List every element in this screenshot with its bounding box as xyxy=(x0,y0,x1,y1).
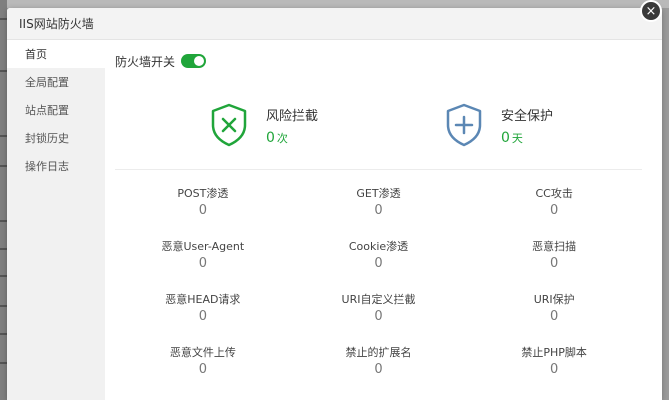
sidebar-item-label: 站点配置 xyxy=(25,104,69,117)
cell-label: 禁止PHP脚本 xyxy=(521,346,587,359)
cell-value: 0 xyxy=(198,203,207,218)
divider xyxy=(115,169,642,170)
sidebar-item-site-config[interactable]: 站点配置 xyxy=(7,96,105,124)
stat-label: 风险拦截 xyxy=(266,108,319,124)
firewall-dialog: IIS网站防火墙 首页 全局配置 站点配置 封锁历史 操作日志 防火墙开关 风险… xyxy=(7,8,662,400)
firewall-switch-row: 防火墙开关 xyxy=(115,52,207,70)
cell-label: 恶意文件上传 xyxy=(169,346,236,359)
sidebar-item-label: 操作日志 xyxy=(25,160,69,173)
backdrop-left-edge xyxy=(0,0,7,400)
cell-label: CC攻击 xyxy=(535,187,573,200)
cell-label: GET渗透 xyxy=(356,187,401,200)
cell-value: 0 xyxy=(374,309,383,324)
sidebar-item-block-history[interactable]: 封锁历史 xyxy=(7,124,105,152)
firewall-toggle[interactable] xyxy=(181,54,207,68)
cell-value: 0 xyxy=(374,362,383,377)
grid-cell-uri-custom: URI自定义拦截 0 xyxy=(291,291,467,324)
grid-cell-cc: CC攻击 0 xyxy=(466,185,642,218)
main-panel: 防火墙开关 风险拦截 0次 安全保护 0 天 POST渗透 0 GET渗透 0 … xyxy=(105,40,662,400)
grid-cell-post: POST渗透 0 xyxy=(115,185,291,218)
close-icon: × xyxy=(645,3,657,19)
stat-risk-intercept: 风险拦截 0次 xyxy=(210,100,318,150)
cell-label: POST渗透 xyxy=(177,187,229,200)
cell-label: Cookie渗透 xyxy=(348,240,409,253)
sidebar-item-home[interactable]: 首页 xyxy=(7,40,105,68)
grid-cell-scan: 恶意扫描 0 xyxy=(466,238,642,271)
grid-cell-uri-protect: URI保护 0 xyxy=(466,291,642,324)
close-button[interactable]: × xyxy=(640,0,662,22)
cell-value: 0 xyxy=(198,309,207,324)
grid-cell-user-agent: 恶意User-Agent 0 xyxy=(115,238,291,271)
backdrop-top-bar xyxy=(0,0,669,8)
stat-unit: 天 xyxy=(511,131,523,145)
shield-plus-icon xyxy=(446,103,482,147)
cell-label: URI保护 xyxy=(533,293,575,306)
grid-cell-php: 禁止PHP脚本 0 xyxy=(466,344,642,377)
cell-label: 恶意HEAD请求 xyxy=(165,293,241,306)
stat-number: 0 xyxy=(266,129,275,146)
grid-cell-upload: 恶意文件上传 0 xyxy=(115,344,291,377)
cell-value: 0 xyxy=(550,256,559,271)
cell-value: 0 xyxy=(550,309,559,324)
grid-cell-head: 恶意HEAD请求 0 xyxy=(115,291,291,324)
sidebar-item-global-config[interactable]: 全局配置 xyxy=(7,68,105,96)
sidebar-item-label: 封锁历史 xyxy=(25,132,69,145)
cell-value: 0 xyxy=(550,203,559,218)
sidebar: 首页 全局配置 站点配置 封锁历史 操作日志 xyxy=(7,40,105,400)
stat-number: 0 xyxy=(501,129,510,146)
attack-stats-grid: POST渗透 0 GET渗透 0 CC攻击 0 恶意User-Agent 0 C… xyxy=(115,185,642,377)
sidebar-item-label: 首页 xyxy=(25,48,47,61)
toggle-knob xyxy=(194,56,205,66)
cell-label: 恶意扫描 xyxy=(532,240,577,253)
stat-value: 0次 xyxy=(266,130,318,146)
shield-x-icon xyxy=(211,103,247,147)
cell-value: 0 xyxy=(374,203,383,218)
cell-value: 0 xyxy=(550,362,559,377)
stat-label: 安全保护 xyxy=(501,108,554,124)
dialog-header: IIS网站防火墙 xyxy=(7,8,662,40)
stat-value: 0天 xyxy=(501,130,553,146)
stat-unit: 次 xyxy=(276,131,288,145)
stat-security-protection: 安全保护 0天 xyxy=(445,100,553,150)
cell-label: 恶意User-Agent xyxy=(161,240,245,253)
sidebar-item-operation-log[interactable]: 操作日志 xyxy=(7,152,105,180)
dialog-title: IIS网站防火墙 xyxy=(19,17,94,31)
firewall-switch-label: 防火墙开关 xyxy=(115,54,176,69)
cell-label: URI自定义拦截 xyxy=(341,293,416,306)
cell-value: 0 xyxy=(374,256,383,271)
grid-cell-extension: 禁止的扩展名 0 xyxy=(291,344,467,377)
grid-cell-cookie: Cookie渗透 0 xyxy=(291,238,467,271)
cell-value: 0 xyxy=(198,362,207,377)
sidebar-item-label: 全局配置 xyxy=(25,76,69,89)
cell-value: 0 xyxy=(198,256,207,271)
grid-cell-get: GET渗透 0 xyxy=(291,185,467,218)
cell-label: 禁止的扩展名 xyxy=(345,346,412,359)
